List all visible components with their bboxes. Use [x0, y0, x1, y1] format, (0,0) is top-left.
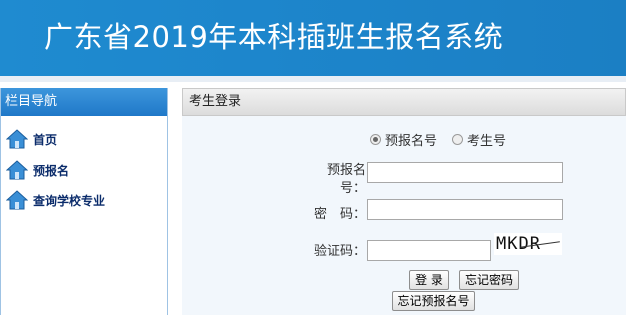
home-icon — [6, 129, 28, 149]
prereg-number-input[interactable] — [367, 162, 563, 183]
header-divider — [0, 76, 626, 82]
sidebar-item-query-schools[interactable]: 查询学校专业 — [6, 188, 105, 212]
forgot-password-button[interactable]: 忘记密码 — [459, 270, 519, 290]
forgot-prereg-number-button[interactable]: 忘记预报名号 — [392, 291, 475, 311]
password-input[interactable] — [367, 199, 563, 220]
sidebar-title: 栏目导航 — [1, 88, 167, 116]
captcha-image[interactable]: MKDR — [494, 233, 562, 255]
sidebar-item-label: 查询学校专业 — [33, 193, 106, 208]
sidebar-item-label: 预报名 — [33, 163, 70, 178]
home-icon — [6, 160, 28, 180]
header-banner: 广东省2019年本科插班生报名系统 — [0, 0, 626, 76]
login-panel-title: 考生登录 — [182, 88, 626, 116]
radio-examinee[interactable] — [452, 134, 463, 145]
radio-prereg-label: 预报名号 — [385, 134, 438, 149]
sidebar-item-prereg[interactable]: 预报名 — [6, 158, 69, 182]
password-label: 密 码： — [313, 207, 366, 222]
sidebar-item-home[interactable]: 首页 — [6, 127, 57, 151]
captcha-label: 验证码： — [313, 244, 366, 259]
login-type-option-examinee[interactable]: 考生号 — [452, 130, 506, 149]
prereg-number-label: 预报名号： — [326, 163, 366, 196]
page-title: 广东省2019年本科插班生报名系统 — [44, 20, 504, 54]
captcha-input[interactable] — [367, 240, 491, 261]
login-button[interactable]: 登 录 — [409, 270, 449, 290]
radio-examinee-label: 考生号 — [467, 134, 507, 149]
radio-prereg[interactable] — [370, 134, 381, 145]
home-icon — [6, 190, 28, 210]
login-type-option-prereg[interactable]: 预报名号 — [370, 130, 437, 149]
sidebar-item-label: 首页 — [33, 132, 58, 147]
sidebar: 栏目导航 首页 预报名 查询学校专业 — [0, 88, 168, 315]
